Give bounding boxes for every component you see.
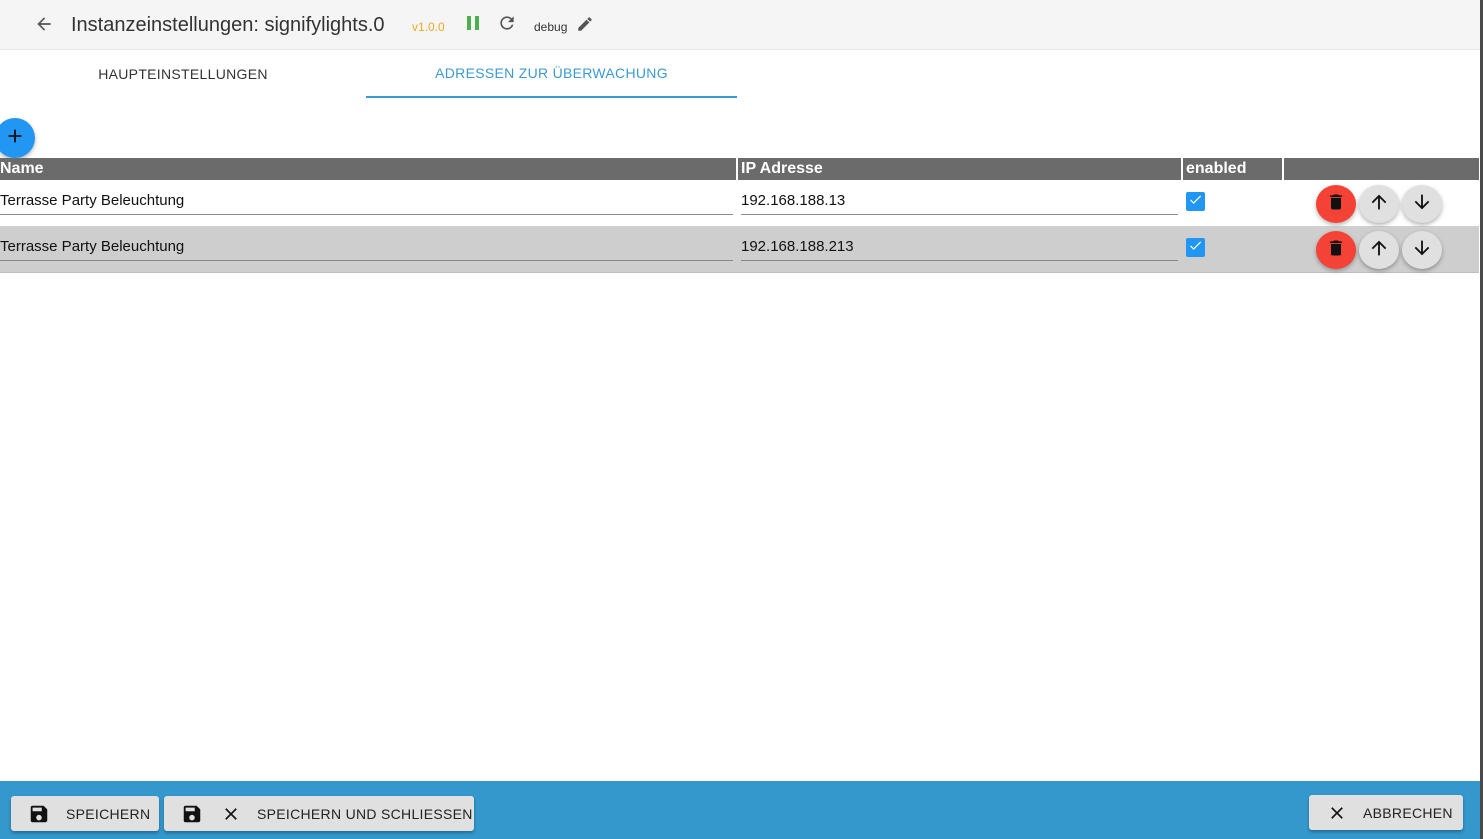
footer-bar: SPEICHERN SPEICHERN UND SCHLIESSEN ABBRE… [0, 781, 1480, 839]
trash-icon [1326, 192, 1346, 217]
table-row: Terrasse Party Beleuchtung 192.168.188.2… [0, 227, 1479, 273]
plus-icon [4, 125, 26, 152]
name-input[interactable]: Terrasse Party Beleuchtung [0, 235, 733, 261]
back-button[interactable] [30, 12, 58, 40]
save-and-close-button-label: SPEICHERN UND SCHLIESSEN [257, 805, 473, 822]
close-icon [219, 802, 243, 826]
move-down-button[interactable] [1402, 185, 1442, 223]
tab-main-settings[interactable]: HAUPTEINSTELLUNGEN [0, 50, 366, 98]
arrow-left-icon [34, 14, 54, 39]
column-header-name: Name [0, 160, 44, 177]
column-divider [736, 158, 738, 180]
arrow-up-icon [1368, 237, 1390, 264]
close-icon [1325, 801, 1349, 825]
floppy-disk-icon [180, 802, 204, 826]
refresh-icon [497, 13, 517, 38]
reload-instance-button[interactable] [496, 14, 518, 36]
edit-loglevel-button[interactable] [575, 16, 595, 36]
table-row: Terrasse Party Beleuchtung 192.168.188.1… [0, 181, 1479, 227]
delete-row-button[interactable] [1316, 185, 1356, 223]
tab-bar: HAUPTEINSTELLUNGEN ADRESSEN ZUR ÜBERWACH… [0, 50, 1480, 98]
move-up-button[interactable] [1359, 185, 1399, 223]
ip-input[interactable]: 192.168.188.213 [741, 235, 1178, 261]
pause-instance-button[interactable] [462, 14, 484, 36]
column-divider [1181, 158, 1183, 180]
cancel-button-label: ABBRECHEN [1363, 804, 1453, 821]
save-button[interactable]: SPEICHERN [11, 796, 159, 831]
pause-icon [465, 15, 481, 36]
move-down-button[interactable] [1402, 231, 1442, 269]
check-icon [1188, 238, 1203, 258]
ip-input[interactable]: 192.168.188.13 [741, 189, 1178, 215]
version-label: v1.0.0 [412, 20, 445, 34]
floppy-disk-icon [27, 802, 51, 826]
arrow-down-icon [1411, 237, 1433, 264]
tab-addresses[interactable]: ADRESSEN ZUR ÜBERWACHUNG [366, 50, 737, 98]
name-input[interactable]: Terrasse Party Beleuchtung [0, 189, 733, 215]
pencil-icon [576, 15, 594, 38]
column-header-enabled: enabled [1186, 160, 1247, 177]
loglevel-label: debug [534, 20, 568, 34]
instance-settings-window: Instanzeinstellungen: signifylights.0 v1… [0, 0, 1483, 839]
arrow-down-icon [1411, 191, 1433, 218]
trash-icon [1326, 238, 1346, 263]
save-button-label: SPEICHERN [66, 805, 151, 822]
enabled-checkbox[interactable] [1186, 192, 1205, 211]
delete-row-button[interactable] [1316, 231, 1356, 269]
check-icon [1188, 192, 1203, 212]
arrow-up-icon [1368, 191, 1390, 218]
save-and-close-button[interactable]: SPEICHERN UND SCHLIESSEN [164, 796, 474, 831]
header-bar: Instanzeinstellungen: signifylights.0 v1… [0, 0, 1480, 50]
add-row-button[interactable] [0, 118, 35, 158]
column-divider [1282, 158, 1284, 180]
enabled-checkbox[interactable] [1186, 238, 1205, 257]
table-header: Name IP Adresse enabled [0, 158, 1479, 180]
cancel-button[interactable]: ABBRECHEN [1309, 795, 1463, 830]
column-header-ip: IP Adresse [741, 160, 823, 177]
move-up-button[interactable] [1359, 231, 1399, 269]
page-title: Instanzeinstellungen: signifylights.0 [71, 14, 385, 36]
